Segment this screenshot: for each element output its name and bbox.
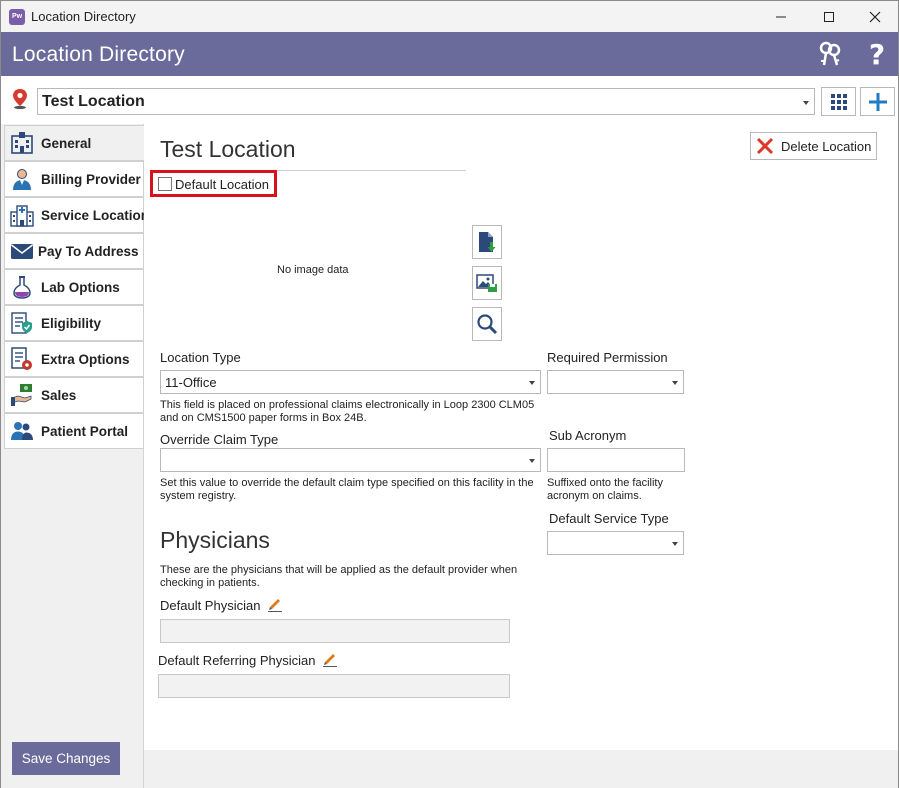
money-hand-icon <box>10 383 34 407</box>
checklist-shield-icon <box>10 311 34 335</box>
sidebar-item-label: Patient Portal <box>41 423 129 439</box>
default-service-type-label: Default Service Type <box>549 511 669 526</box>
sidebar: General Billing Provider Service Locatio… <box>1 124 149 788</box>
title-bar: Pw Location Directory <box>1 1 898 32</box>
map-pin-icon <box>11 88 29 110</box>
minimize-button[interactable] <box>758 1 804 32</box>
maximize-icon <box>824 11 834 22</box>
default-service-type-select[interactable] <box>547 531 684 555</box>
physicians-help: These are the physicians that will be ap… <box>160 564 518 589</box>
default-location-label: Default Location <box>175 177 269 192</box>
sidebar-item-extra-options[interactable]: Extra Options <box>4 341 144 377</box>
default-referring-physician-label: Default Referring Physician <box>158 653 316 668</box>
location-type-value: 11-Office <box>165 375 217 390</box>
sidebar-item-label: Sales <box>41 387 77 403</box>
app-window: Pw Location Directory Location Directory… <box>0 0 899 788</box>
pencil-icon <box>323 654 337 667</box>
default-physician-field[interactable] <box>160 619 510 643</box>
image-placeholder: No image data <box>277 264 349 276</box>
grid-view-button[interactable] <box>821 87 856 116</box>
location-bar: Test Location <box>1 76 898 124</box>
envelope-icon <box>10 239 34 263</box>
sidebar-item-label: Extra Options <box>41 351 130 367</box>
import-image-button[interactable] <box>472 225 502 259</box>
default-referring-physician-field[interactable] <box>158 674 510 698</box>
close-icon <box>869 11 881 22</box>
sidebar-item-pay-to-address[interactable]: Pay To Address <box>4 233 144 269</box>
location-title: Test Location <box>160 136 296 162</box>
delete-x-icon <box>756 137 774 155</box>
users-icon <box>10 419 34 443</box>
sidebar-item-eligibility[interactable]: Eligibility <box>4 305 144 341</box>
file-download-icon <box>479 232 496 252</box>
edit-referring-physician-button[interactable] <box>322 651 338 667</box>
save-changes-button[interactable]: Save Changes <box>12 742 120 775</box>
override-claim-type-help: Set this value to override the default c… <box>160 477 534 502</box>
location-select[interactable]: Test Location <box>37 88 815 115</box>
sidebar-item-label: Billing Provider <box>41 171 141 187</box>
override-claim-type-label: Override Claim Type <box>160 432 279 447</box>
image-save-icon <box>476 274 497 292</box>
sidebar-item-lab-options[interactable]: Lab Options <box>4 269 144 305</box>
document-gear-icon <box>10 347 34 371</box>
keys-icon[interactable] <box>816 40 844 68</box>
sidebar-item-sales[interactable]: Sales <box>4 377 144 413</box>
physicians-heading: Physicians <box>160 527 270 553</box>
location-type-help: This field is placed on professional cla… <box>160 399 535 424</box>
required-permission-select[interactable] <box>547 370 684 394</box>
sub-acronym-input[interactable] <box>547 448 685 472</box>
default-physician-label: Default Physician <box>160 598 261 613</box>
sidebar-item-label: Eligibility <box>41 315 102 331</box>
sidebar-item-label: General <box>41 135 92 151</box>
plus-icon <box>868 92 887 111</box>
override-claim-type-select[interactable] <box>160 448 541 472</box>
content-footer <box>144 750 898 788</box>
delete-location-button[interactable]: Delete Location <box>750 132 877 160</box>
maximize-button[interactable] <box>806 1 852 32</box>
required-permission-label: Required Permission <box>547 350 668 365</box>
hospital-building-icon <box>10 203 34 227</box>
save-image-button[interactable] <box>472 266 502 300</box>
window-title: Location Directory <box>31 9 136 24</box>
page-title: Location Directory <box>12 43 185 66</box>
close-button[interactable] <box>852 1 898 32</box>
sidebar-item-label: Service Location <box>41 207 150 223</box>
delete-location-label: Delete Location <box>781 138 872 154</box>
chevron-down-icon <box>803 101 809 105</box>
sidebar-item-billing-provider[interactable]: Billing Provider <box>4 161 144 197</box>
sub-acronym-label: Sub Acronym <box>549 428 627 443</box>
chevron-down-icon <box>529 381 535 385</box>
add-location-button[interactable] <box>860 87 895 116</box>
flask-icon <box>10 275 34 299</box>
location-select-value: Test Location <box>42 93 145 110</box>
doctor-icon <box>10 167 34 191</box>
edit-default-physician-button[interactable] <box>267 596 283 612</box>
app-logo-icon: Pw <box>9 9 25 25</box>
chevron-down-icon <box>672 542 678 546</box>
hospital-icon <box>10 131 34 155</box>
help-icon[interactable]: ? <box>863 38 891 71</box>
minimize-icon <box>776 16 786 17</box>
chevron-down-icon <box>672 381 678 385</box>
sidebar-item-general[interactable]: General <box>4 125 145 161</box>
pencil-icon <box>268 599 282 612</box>
sidebar-item-service-location[interactable]: Service Location <box>4 197 149 233</box>
zoom-image-button[interactable] <box>472 307 502 341</box>
sub-acronym-help: Suffixed onto the facility acronym on cl… <box>547 477 663 502</box>
default-location-checkbox[interactable] <box>158 177 172 191</box>
location-type-select[interactable]: 11-Office <box>160 370 541 394</box>
location-type-label: Location Type <box>160 350 241 365</box>
chevron-down-icon <box>529 459 535 463</box>
main-content: Test Location Delete Location Default Lo… <box>144 124 898 750</box>
sidebar-item-label: Pay To Address <box>38 243 139 259</box>
page-header: Location Directory ? <box>1 32 898 76</box>
magnifier-icon <box>477 314 498 335</box>
sidebar-item-patient-portal[interactable]: Patient Portal <box>4 413 144 449</box>
grid-icon <box>830 93 847 110</box>
sidebar-item-label: Lab Options <box>41 279 120 295</box>
